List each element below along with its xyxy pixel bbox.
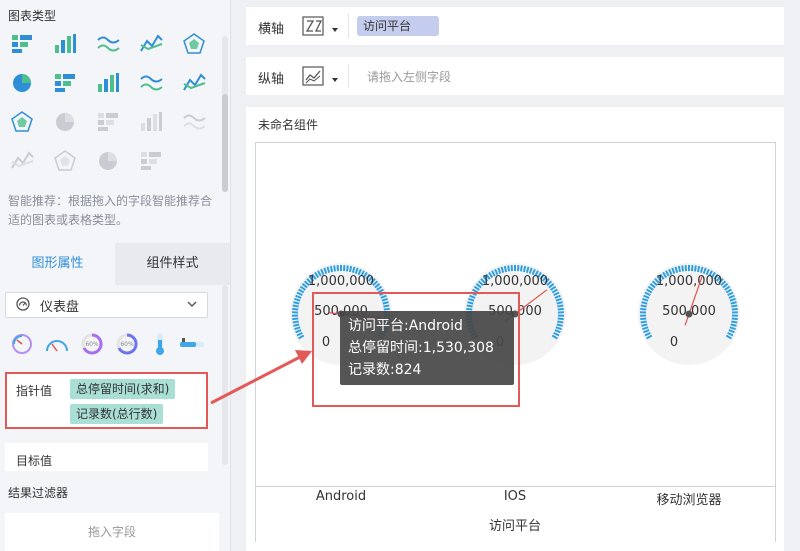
pointer-tag-record-count[interactable]: 记录数(总行数) xyxy=(70,404,164,424)
widget-title: 未命名组件 xyxy=(258,118,319,132)
chart-subtype-select[interactable]: 仪表盘 xyxy=(5,292,208,318)
chevron-down-icon xyxy=(185,297,199,314)
y-axis-label: 纵轴 xyxy=(258,72,285,87)
result-filter-title: 结果过滤器 xyxy=(8,486,69,500)
bar-icon[interactable] xyxy=(51,30,79,58)
stacked-bar-icon[interactable] xyxy=(51,69,79,97)
gauge-icon xyxy=(16,296,30,314)
category-label: Android xyxy=(315,489,367,504)
svg-text:60%: 60% xyxy=(120,341,134,348)
gauge-style-icons: 60% 60% xyxy=(8,330,208,360)
property-tabs: 图形属性 组件样式 xyxy=(0,243,230,285)
map-dots2-icon[interactable] xyxy=(137,108,165,136)
pointer-tag-total-stay[interactable]: 总停留时间(求和) xyxy=(70,379,176,399)
slider-icon[interactable] xyxy=(178,330,206,358)
gauge-percent-icon[interactable] xyxy=(137,147,165,175)
svg-text:60%: 60% xyxy=(85,341,99,348)
pointer-value-label: 指针值 xyxy=(16,384,53,398)
line-icon[interactable] xyxy=(94,30,122,58)
map-dots-icon[interactable] xyxy=(94,108,122,136)
tab-component-style[interactable]: 组件样式 xyxy=(115,243,230,285)
thermometer-icon[interactable] xyxy=(146,330,174,358)
wordcloud-icon[interactable] xyxy=(51,147,79,175)
donut-icon[interactable] xyxy=(8,108,36,136)
radar-icon[interactable] xyxy=(180,30,208,58)
tooltip-line-count: 记录数:824 xyxy=(348,362,422,378)
x-axis-row: 横轴 访问平台 xyxy=(246,7,784,45)
divider xyxy=(348,14,349,38)
properties-scrollbar[interactable] xyxy=(222,285,228,465)
category-label: 移动浏览器 xyxy=(656,493,722,508)
bubble-icon[interactable] xyxy=(137,69,165,97)
divider xyxy=(348,64,349,88)
gauge-style-2-icon[interactable] xyxy=(43,330,71,358)
funnel-icon[interactable] xyxy=(94,147,122,175)
table-icon[interactable] xyxy=(8,30,36,58)
y-axis-drop-placeholder[interactable]: 请拖入左侧字段 xyxy=(367,68,451,85)
target-value-box[interactable]: 目标值 xyxy=(5,443,208,471)
x-axis-dropdown-icon[interactable] xyxy=(332,28,338,32)
gauge-style-1-icon[interactable] xyxy=(8,330,36,358)
category-label: IOS xyxy=(503,489,527,504)
x-axis-field-pill[interactable]: 访问平台 xyxy=(357,16,440,36)
y-axis-row: 纵轴 请拖入左侧字段 xyxy=(246,57,784,95)
chart-type-title: 图表类型 xyxy=(8,9,57,23)
scatter-icon[interactable] xyxy=(94,69,122,97)
chart-subtype-label: 仪表盘 xyxy=(40,299,80,315)
ring-60-icon[interactable]: 60% xyxy=(78,330,106,358)
tooltip-line-platform: 访问平台:Android xyxy=(348,318,463,334)
treemap-icon[interactable] xyxy=(8,147,36,175)
china-map-icon[interactable] xyxy=(51,108,79,136)
target-value-label: 目标值 xyxy=(16,454,53,468)
chart-tooltip: 访问平台:Android 总停留时间:1,530,308 记录数:824 xyxy=(340,311,514,385)
x-axis-label: 横轴 xyxy=(258,22,285,37)
y-axis-dropdown-icon[interactable] xyxy=(332,78,338,82)
line-chart-icon[interactable] xyxy=(302,65,326,90)
x-axis-line xyxy=(255,486,776,487)
sort-icon[interactable] xyxy=(302,15,326,40)
tooltip-line-stay-time: 总停留时间:1,530,308 xyxy=(348,340,494,356)
filter-drop-zone[interactable]: 拖入字段 xyxy=(5,513,219,551)
x-axis-title: 访问平台 xyxy=(488,519,541,534)
combo-line-icon[interactable] xyxy=(8,69,36,97)
pie-icon[interactable] xyxy=(180,69,208,97)
smart-recommend-hint: 智能推荐：根据拖入的字段智能推荐合适的图表或表格类型。 xyxy=(8,194,213,227)
area-line-icon[interactable] xyxy=(137,30,165,58)
ring-60b-icon[interactable]: 60% xyxy=(113,330,141,358)
scrollbar-thumb[interactable] xyxy=(222,94,228,192)
tab-graph-properties[interactable]: 图形属性 xyxy=(0,243,115,285)
map-dots3-icon[interactable] xyxy=(180,108,208,136)
